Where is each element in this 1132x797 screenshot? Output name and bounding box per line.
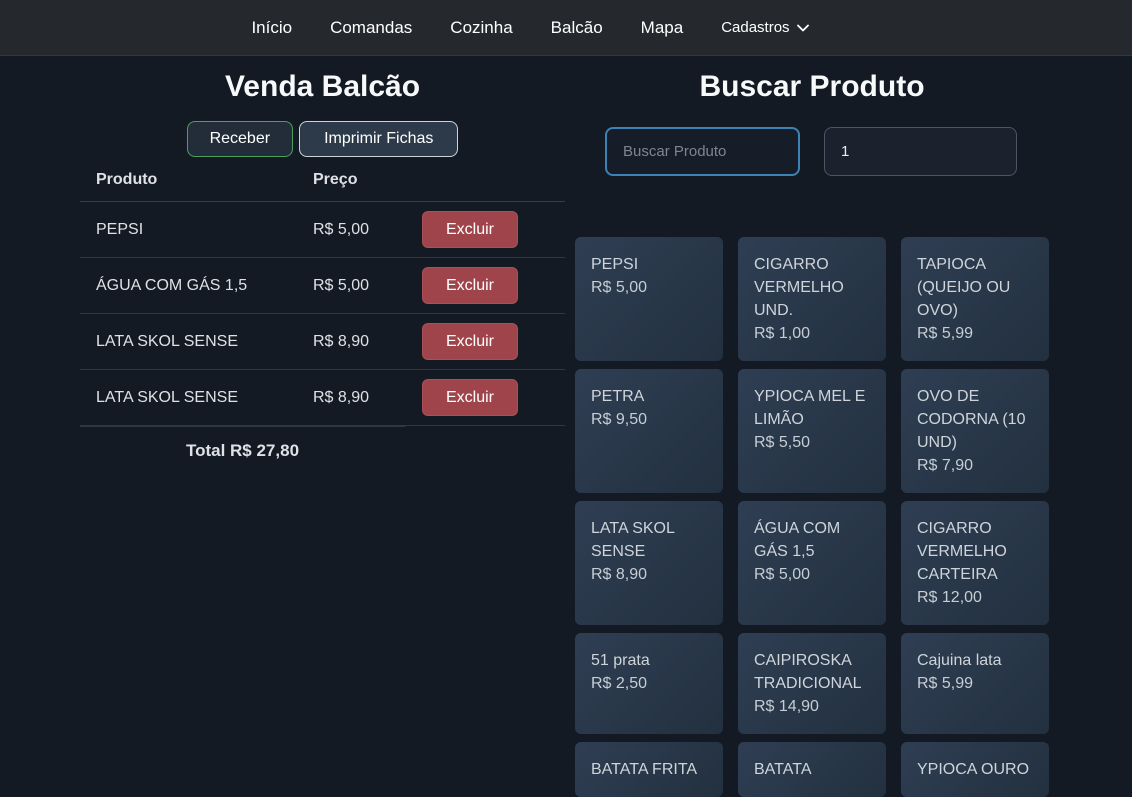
nav-dropdown-label: Cadastros [721,19,789,36]
product-card-name: 51 prata [591,649,707,672]
product-card-price: R$ 5,00 [591,276,707,299]
product-card-name: TAPIOCA (QUEIJO OU OVO) [917,253,1033,322]
column-header-product: Produto [80,171,297,189]
nav-item-cozinha[interactable]: Cozinha [450,18,512,38]
product-card[interactable]: ÁGUA COM GÁS 1,5 R$ 5,00 [738,501,886,625]
product-card-price: R$ 9,50 [591,408,707,431]
product-grid: PEPSI R$ 5,00 CIGARRO VERMELHO UND. R$ 1… [575,237,1049,797]
product-card-price: R$ 14,90 [754,695,870,718]
product-card-name: CIGARRO VERMELHO UND. [754,253,870,322]
item-price: R$ 8,90 [297,333,422,351]
product-card-name: ÁGUA COM GÁS 1,5 [754,517,870,563]
product-card-name: Cajuina lata [917,649,1033,672]
product-card[interactable]: CAIPIROSKA TRADICIONAL R$ 14,90 [738,633,886,734]
sale-actions: Receber Imprimir Fichas [80,121,565,157]
nav-dropdown-cadastros[interactable]: Cadastros [721,19,808,36]
item-product-name: PEPSI [80,221,297,239]
product-card[interactable]: PETRA R$ 9,50 [575,369,723,493]
chevron-down-icon [797,24,809,32]
product-card-name: PEPSI [591,253,707,276]
receive-button[interactable]: Receber [187,121,293,157]
table-header-row: Produto Preço [80,171,565,202]
quantity-input[interactable] [824,127,1017,176]
nav-item-balcao[interactable]: Balcão [551,18,603,38]
product-card-name: CIGARRO VERMELHO CARTEIRA [917,517,1033,586]
product-card-price: R$ 8,90 [591,563,707,586]
delete-item-button[interactable]: Excluir [422,211,518,248]
item-price: R$ 8,90 [297,389,422,407]
top-navbar: Início Comandas Cozinha Balcão Mapa Cada… [0,0,1132,56]
product-card[interactable]: PEPSI R$ 5,00 [575,237,723,361]
product-card-name: YPIOCA OURO [917,758,1033,781]
item-product-name: LATA SKOL SENSE [80,389,297,407]
product-card-name: BATATA FRITA [591,758,707,781]
product-card-name: PETRA [591,385,707,408]
column-header-price: Preço [297,171,422,189]
nav-item-inicio[interactable]: Início [251,18,292,38]
product-card-name: CAIPIROSKA TRADICIONAL [754,649,870,695]
product-card-price: R$ 5,00 [754,563,870,586]
product-card[interactable]: Cajuina lata R$ 5,99 [901,633,1049,734]
delete-item-button[interactable]: Excluir [422,379,518,416]
product-card[interactable]: LATA SKOL SENSE R$ 8,90 [575,501,723,625]
product-card[interactable]: YPIOCA OURO [901,742,1049,797]
nav-item-mapa[interactable]: Mapa [641,18,684,38]
nav-item-comandas[interactable]: Comandas [330,18,412,38]
product-card[interactable]: 51 prata R$ 2,50 [575,633,723,734]
print-slips-button[interactable]: Imprimir Fichas [299,121,458,157]
table-row: LATA SKOL SENSE R$ 8,90 Excluir [80,370,565,426]
main-content: Venda Balcão Receber Imprimir Fichas Pro… [0,56,1132,797]
product-card[interactable]: OVO DE CODORNA (10 UND) R$ 7,90 [901,369,1049,493]
search-panel: Buscar Produto PEPSI R$ 5,00 CIGARRO VER… [575,56,1049,797]
product-card-name: OVO DE CODORNA (10 UND) [917,385,1033,454]
search-input[interactable] [605,127,800,176]
product-card[interactable]: TAPIOCA (QUEIJO OU OVO) R$ 5,99 [901,237,1049,361]
table-row: ÁGUA COM GÁS 1,5 R$ 5,00 Excluir [80,258,565,314]
product-card[interactable]: BATATA [738,742,886,797]
search-controls [575,127,1049,176]
product-card-price: R$ 1,00 [754,322,870,345]
item-price: R$ 5,00 [297,277,422,295]
delete-item-button[interactable]: Excluir [422,323,518,360]
product-card-name: YPIOCA MEL E LIMÃO [754,385,870,431]
sale-items-table: Produto Preço PEPSI R$ 5,00 Excluir ÁGUA… [80,171,565,475]
product-card-price: R$ 2,50 [591,672,707,695]
product-card[interactable]: CIGARRO VERMELHO UND. R$ 1,00 [738,237,886,361]
sale-total: Total R$ 27,80 [80,426,405,475]
product-card-price: R$ 12,00 [917,586,1033,609]
sale-panel-title: Venda Balcão [80,70,565,103]
table-row: LATA SKOL SENSE R$ 8,90 Excluir [80,314,565,370]
product-card-price: R$ 5,99 [917,322,1033,345]
item-product-name: ÁGUA COM GÁS 1,5 [80,277,297,295]
product-card-price: R$ 5,50 [754,431,870,454]
item-product-name: LATA SKOL SENSE [80,333,297,351]
product-card-name: LATA SKOL SENSE [591,517,707,563]
product-card-price: R$ 7,90 [917,454,1033,477]
product-card[interactable]: YPIOCA MEL E LIMÃO R$ 5,50 [738,369,886,493]
sale-panel: Venda Balcão Receber Imprimir Fichas Pro… [80,56,565,797]
table-row: PEPSI R$ 5,00 Excluir [80,202,565,258]
delete-item-button[interactable]: Excluir [422,267,518,304]
product-card[interactable]: CIGARRO VERMELHO CARTEIRA R$ 12,00 [901,501,1049,625]
product-card-name: BATATA [754,758,870,781]
search-panel-title: Buscar Produto [575,70,1049,103]
item-price: R$ 5,00 [297,221,422,239]
product-card-price: R$ 5,99 [917,672,1033,695]
product-card[interactable]: BATATA FRITA [575,742,723,797]
